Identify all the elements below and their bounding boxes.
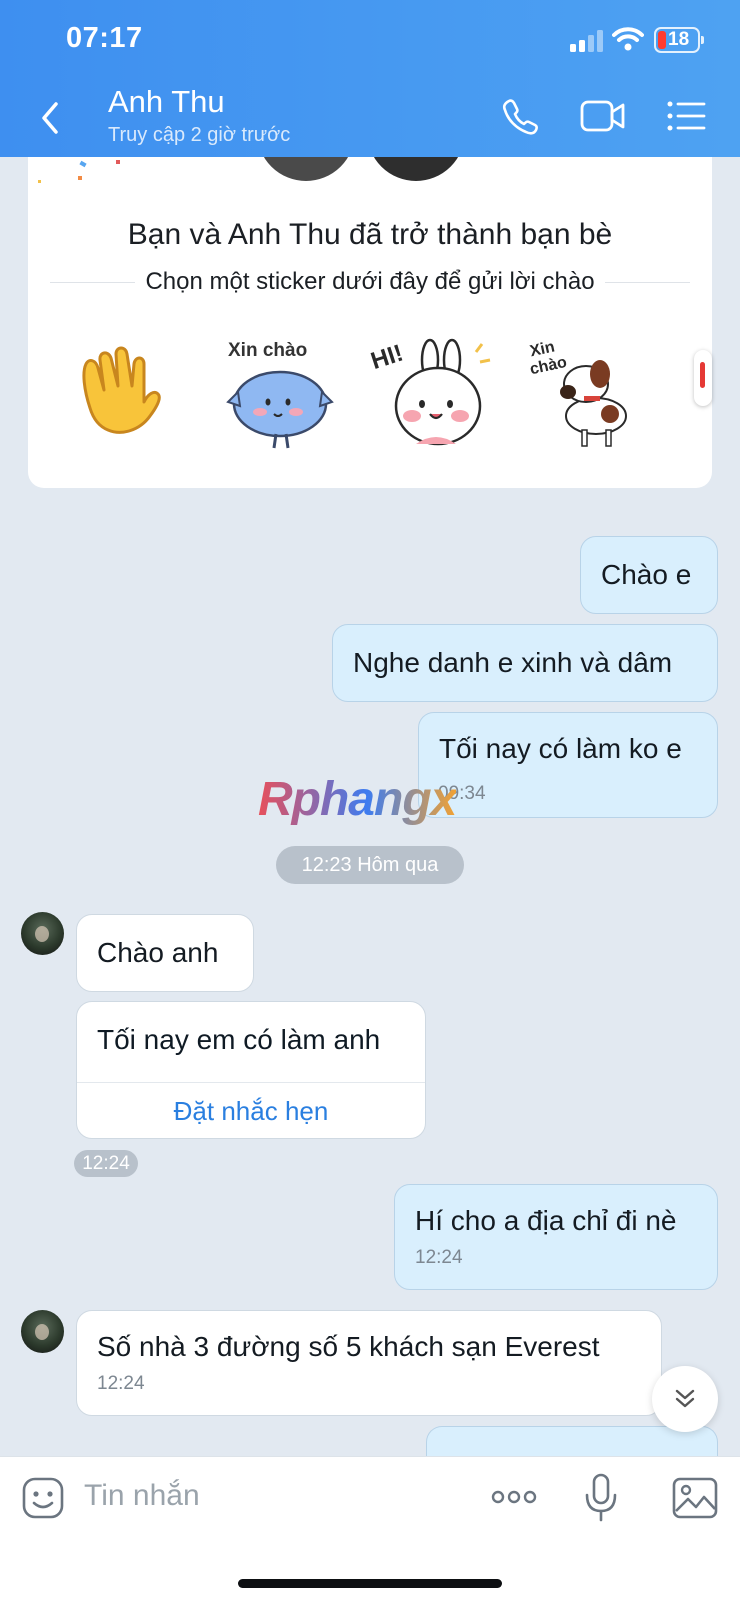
message-text: Tối nay em có làm anh <box>97 1024 381 1055</box>
incoming-message[interactable]: Số nhà 3 đường số 5 khách sạn Everest 12… <box>76 1310 662 1416</box>
phone-icon[interactable] <box>500 96 540 136</box>
video-call-icon[interactable] <box>580 96 626 136</box>
contact-avatar[interactable] <box>21 1310 64 1353</box>
friend-card-title: Bạn và Anh Thu đã trở thành bạn bè <box>127 218 613 251</box>
image-gallery-icon[interactable] <box>672 1477 718 1519</box>
message-text: Hí cho a địa chỉ đi nè <box>415 1205 677 1236</box>
chevron-double-down-icon <box>675 1389 695 1408</box>
message-text: Số nhà 3 đường số 5 khách sạn Everest <box>97 1331 600 1362</box>
set-reminder-button[interactable]: Đặt nhắc hẹn <box>77 1082 425 1140</box>
microphone-icon[interactable] <box>584 1473 618 1523</box>
cellular-signal-icon <box>570 30 603 52</box>
message-time: 12:24 <box>415 1247 463 1268</box>
watermark-logo: Rphangx <box>258 773 457 826</box>
white-bunny-sticker[interactable]: HI! <box>370 330 494 454</box>
contact-name[interactable]: Anh Thu <box>108 84 225 120</box>
chat-header: 07:17 18 Anh Thu Truy cập 2 giờ trước <box>0 0 740 157</box>
friend-card-subtitle-row: Chọn một sticker dưới đây để gửi lời chà… <box>50 268 691 296</box>
puppy-sticker[interactable]: Xin chào <box>522 330 646 454</box>
outgoing-message[interactable]: Hí cho a địa chỉ đi nè 12:24 <box>394 1184 718 1290</box>
home-indicator <box>238 1579 502 1588</box>
date-divider: 12:23 Hôm qua <box>276 846 464 884</box>
more-stickers-peek[interactable] <box>694 350 712 406</box>
sticker-text-xin-chao: Xin chào <box>228 340 307 361</box>
incoming-message[interactable]: Chào anh <box>76 914 254 992</box>
more-options-icon[interactable] <box>490 1487 538 1507</box>
message-text: Tối nay có làm ko e <box>439 733 682 764</box>
battery-indicator: 18 <box>654 27 704 53</box>
message-time: 12:24 <box>97 1373 145 1394</box>
sticker-emoji-icon[interactable] <box>22 1477 64 1519</box>
friend-card-subtitle: Chọn một sticker dưới đây để gửi lời chà… <box>145 268 595 295</box>
outgoing-message[interactable]: Nghe danh e xinh và dâm <box>332 624 718 702</box>
back-icon[interactable] <box>36 98 66 138</box>
battery-level: 18 <box>668 29 690 50</box>
message-input[interactable]: Tin nhắn <box>84 1479 200 1513</box>
contact-avatar[interactable] <box>21 912 64 955</box>
blue-cat-sticker[interactable]: Xin chào <box>218 330 342 454</box>
message-text: Chào e <box>601 559 692 590</box>
wifi-icon <box>612 27 644 51</box>
scroll-to-bottom-button[interactable] <box>652 1366 718 1432</box>
message-input-bar: Tin nhắn <box>0 1456 740 1600</box>
incoming-message-with-reminder[interactable]: Tối nay em có làm anh Đặt nhắc hẹn <box>76 1001 426 1139</box>
message-time: 12:24 <box>74 1150 138 1177</box>
status-time: 07:17 <box>66 22 143 54</box>
menu-icon[interactable] <box>666 96 706 136</box>
friend-added-card: Bạn và Anh Thu đã trở thành bạn bè Chọn … <box>28 80 712 488</box>
sticker-text-hi: HI! <box>370 340 406 376</box>
message-text: Nghe danh e xinh và dâm <box>353 647 673 678</box>
contact-last-seen: Truy cập 2 giờ trước <box>108 124 291 146</box>
waving-hand-sticker[interactable] <box>60 330 184 454</box>
message-text: Chào anh <box>97 937 219 968</box>
outgoing-message[interactable]: Chào e <box>580 536 718 614</box>
